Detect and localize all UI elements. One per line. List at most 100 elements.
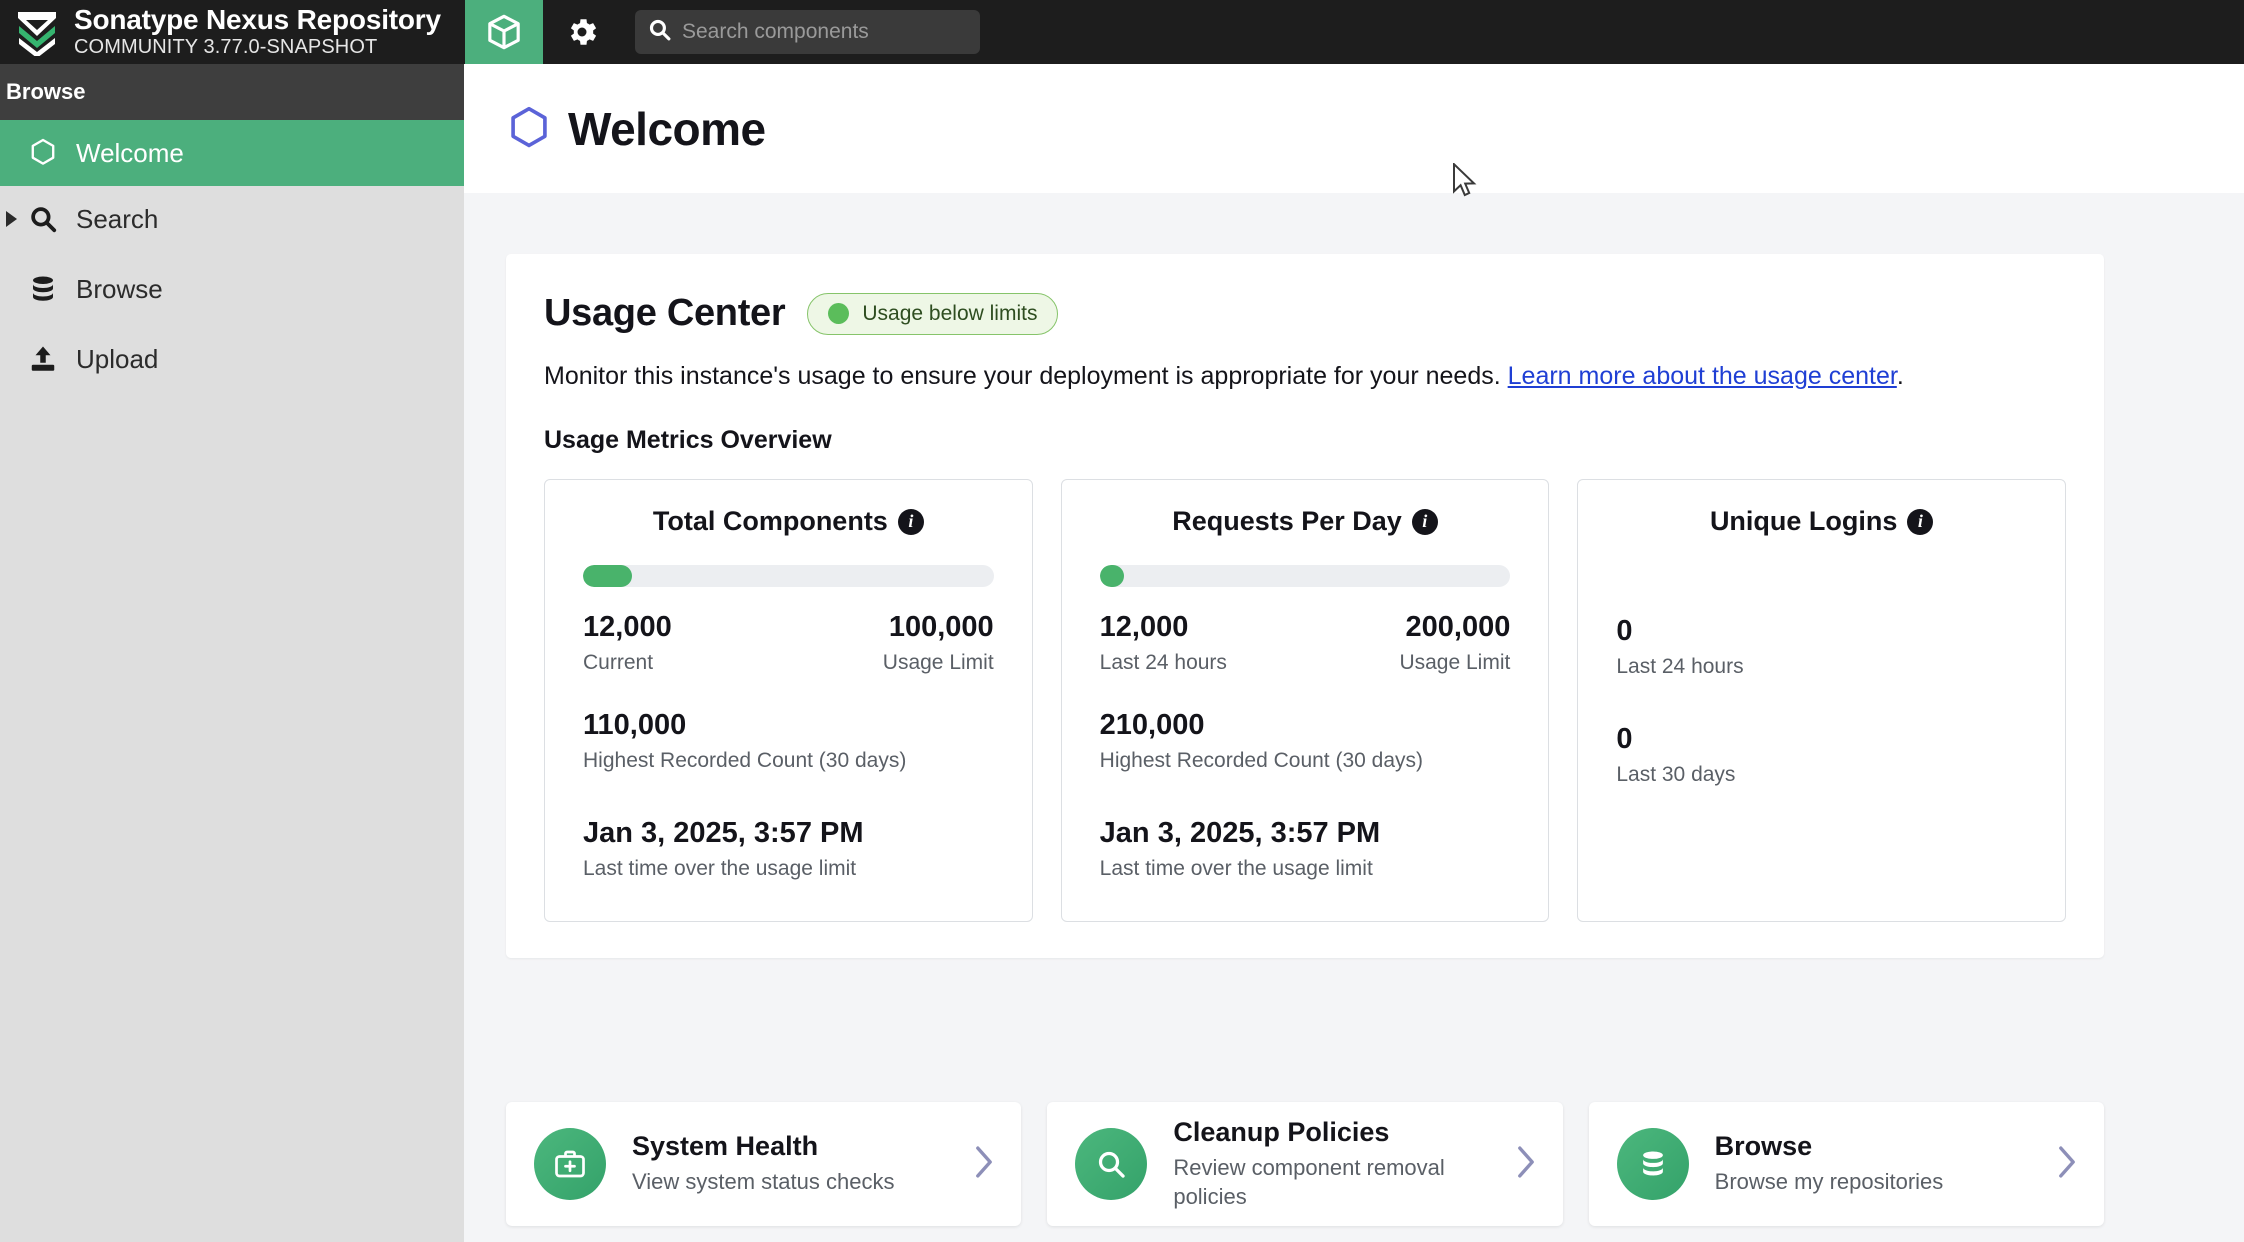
main-content: Welcome Usage Center Usage below limits … xyxy=(464,64,2244,1242)
description-suffix: . xyxy=(1896,362,1904,390)
metric-current-value: 0 xyxy=(1616,615,1633,648)
status-dot-icon xyxy=(828,303,850,324)
metric-current-row: 12,000 Current 100,000 Usage Limit xyxy=(583,611,994,675)
metric-card-total-components: Total Components i 12,000 Current 100,00… xyxy=(544,479,1033,923)
metric-highest: 210,000 Highest Recorded Count (30 days) xyxy=(1100,709,1511,773)
metric-card-header: Total Components i xyxy=(583,506,994,537)
page-header: Welcome xyxy=(464,64,2244,193)
info-icon[interactable]: i xyxy=(1411,508,1438,535)
search-circle-icon xyxy=(1075,1128,1148,1200)
tile-subtitle: View system status checks xyxy=(632,1169,895,1195)
usage-metrics-heading: Usage Metrics Overview xyxy=(544,426,832,455)
usage-center-header: Usage Center Usage below limits xyxy=(544,292,2066,335)
usage-progress-bar xyxy=(1099,565,1511,588)
chevron-right-icon[interactable] xyxy=(1515,1145,1537,1184)
medical-kit-icon xyxy=(534,1128,606,1200)
metric-cards: Total Components i 12,000 Current 100,00… xyxy=(544,479,2067,923)
tile-cleanup-policies[interactable]: Cleanup Policies Review component remova… xyxy=(1047,1102,1563,1226)
metric-limit-value: 100,000 xyxy=(888,611,994,644)
brand-title: Sonatype Nexus Repository xyxy=(74,4,441,35)
sidebar-item-label: Search xyxy=(76,203,159,234)
usage-progress-bar xyxy=(583,565,994,588)
sidebar-item-upload[interactable]: Upload xyxy=(0,326,464,392)
metric-highest: 110,000 Highest Recorded Count (30 days) xyxy=(583,709,994,773)
metric-last-over-label: Last time over the usage limit xyxy=(583,857,857,881)
metric-current-value: 12,000 xyxy=(1099,611,1189,644)
settings-tab[interactable] xyxy=(543,0,621,64)
metric-card-header: Unique Logins i xyxy=(1616,506,2027,537)
metric-current-label: Current xyxy=(583,651,654,675)
metric-current: 12,000 Current xyxy=(583,611,672,675)
learn-more-link[interactable]: Learn more about the usage center xyxy=(1508,362,1897,390)
metric-card-title: Total Components xyxy=(652,506,888,537)
chevron-right-icon[interactable] xyxy=(2056,1145,2078,1184)
cube-icon xyxy=(484,11,524,53)
sidebar-item-label: Welcome xyxy=(76,137,184,168)
metric-current: 0 Last 24 hours xyxy=(1616,615,2027,679)
app-root: Sonatype Nexus Repository COMMUNITY 3.77… xyxy=(0,0,2244,1242)
chevron-right-icon[interactable] xyxy=(973,1145,995,1184)
tile-system-health[interactable]: System Health View system status checks xyxy=(506,1102,1022,1226)
usage-center-panel: Usage Center Usage below limits Monitor … xyxy=(506,254,2104,959)
search-wrap: Search components xyxy=(635,0,980,64)
tile-browse[interactable]: Browse Browse my repositories xyxy=(1588,1102,2104,1226)
metric-highest-value: 210,000 xyxy=(1099,709,1205,742)
search-icon xyxy=(647,17,682,47)
metric-card-title: Requests Per Day xyxy=(1172,506,1402,537)
database-icon xyxy=(28,274,66,304)
upload-icon xyxy=(28,344,66,374)
usage-progress-fill xyxy=(583,565,633,588)
page-title: Welcome xyxy=(568,102,766,155)
sidebar-item-label: Browse xyxy=(76,273,163,304)
chevron-right-icon[interactable] xyxy=(6,211,17,227)
sidebar-item-welcome[interactable]: Welcome xyxy=(0,120,464,186)
nexus-chevrons-logo-icon xyxy=(14,8,60,58)
search-icon xyxy=(28,204,66,234)
metric-last-over-value: Jan 3, 2025, 3:57 PM xyxy=(1099,817,1381,850)
search-placeholder: Search components xyxy=(682,20,869,43)
sidebar: Browse Welcome Search Browse Upload xyxy=(0,64,464,1242)
hexagon-icon xyxy=(28,137,66,169)
sidebar-item-browse[interactable]: Browse xyxy=(0,256,464,322)
tile-title: Cleanup Policies xyxy=(1173,1117,1390,1148)
usage-progress-fill xyxy=(1099,565,1125,588)
metric-current-label: Last 24 hours xyxy=(1616,655,1744,679)
brand-subtitle: COMMUNITY 3.77.0-SNAPSHOT xyxy=(74,36,378,58)
tile-title: System Health xyxy=(632,1131,819,1162)
metric-limit: 100,000 Usage Limit xyxy=(883,611,994,675)
status-badge: Usage below limits xyxy=(807,292,1059,335)
search-input[interactable]: Search components xyxy=(635,10,980,54)
info-icon[interactable]: i xyxy=(1907,508,1934,535)
metric-last-over-label: Last time over the usage limit xyxy=(1099,857,1373,881)
brand[interactable]: Sonatype Nexus Repository COMMUNITY 3.77… xyxy=(0,0,465,64)
metric-highest-value: 110,000 xyxy=(583,709,687,742)
hexagon-outline-icon xyxy=(506,104,552,154)
metric-current-value: 12,000 xyxy=(583,611,672,644)
quick-link-tiles: System Health View system status checks xyxy=(506,1102,2104,1226)
usage-center-description: Monitor this instance's usage to ensure … xyxy=(544,361,2066,392)
sidebar-header: Browse xyxy=(0,64,464,120)
status-badge-label: Usage below limits xyxy=(862,301,1038,325)
metric-limit-label: Usage Limit xyxy=(1399,651,1511,675)
metric-highest: 0 Last 30 days xyxy=(1616,723,2027,787)
tile-text: System Health View system status checks xyxy=(632,1131,957,1196)
metric-last-over: Jan 3, 2025, 3:57 PM Last time over the … xyxy=(1100,817,1511,881)
metric-card-title: Unique Logins xyxy=(1709,506,1898,537)
metric-highest-label: Last 30 days xyxy=(1616,763,1736,787)
browse-tab[interactable] xyxy=(465,0,543,64)
tile-subtitle: Browse my repositories xyxy=(1714,1169,1944,1195)
metric-current-label: Last 24 hours xyxy=(1099,651,1227,675)
gear-icon xyxy=(564,14,600,50)
usage-center-title: Usage Center xyxy=(544,292,786,334)
sidebar-item-label: Upload xyxy=(76,343,159,374)
top-bar: Sonatype Nexus Repository COMMUNITY 3.77… xyxy=(0,0,2244,64)
metric-highest-label: Highest Recorded Count (30 days) xyxy=(583,749,907,773)
metric-limit: 200,000 Usage Limit xyxy=(1399,611,1510,675)
metric-highest-value: 0 xyxy=(1616,723,1633,756)
info-icon[interactable]: i xyxy=(897,508,924,535)
tile-text: Browse Browse my repositories xyxy=(1715,1131,2040,1196)
metric-limit-value: 200,000 xyxy=(1405,611,1511,644)
metric-last-over-value: Jan 3, 2025, 3:57 PM xyxy=(583,817,864,850)
metric-current: 12,000 Last 24 hours xyxy=(1100,611,1227,675)
sidebar-item-search[interactable]: Search xyxy=(0,186,464,252)
